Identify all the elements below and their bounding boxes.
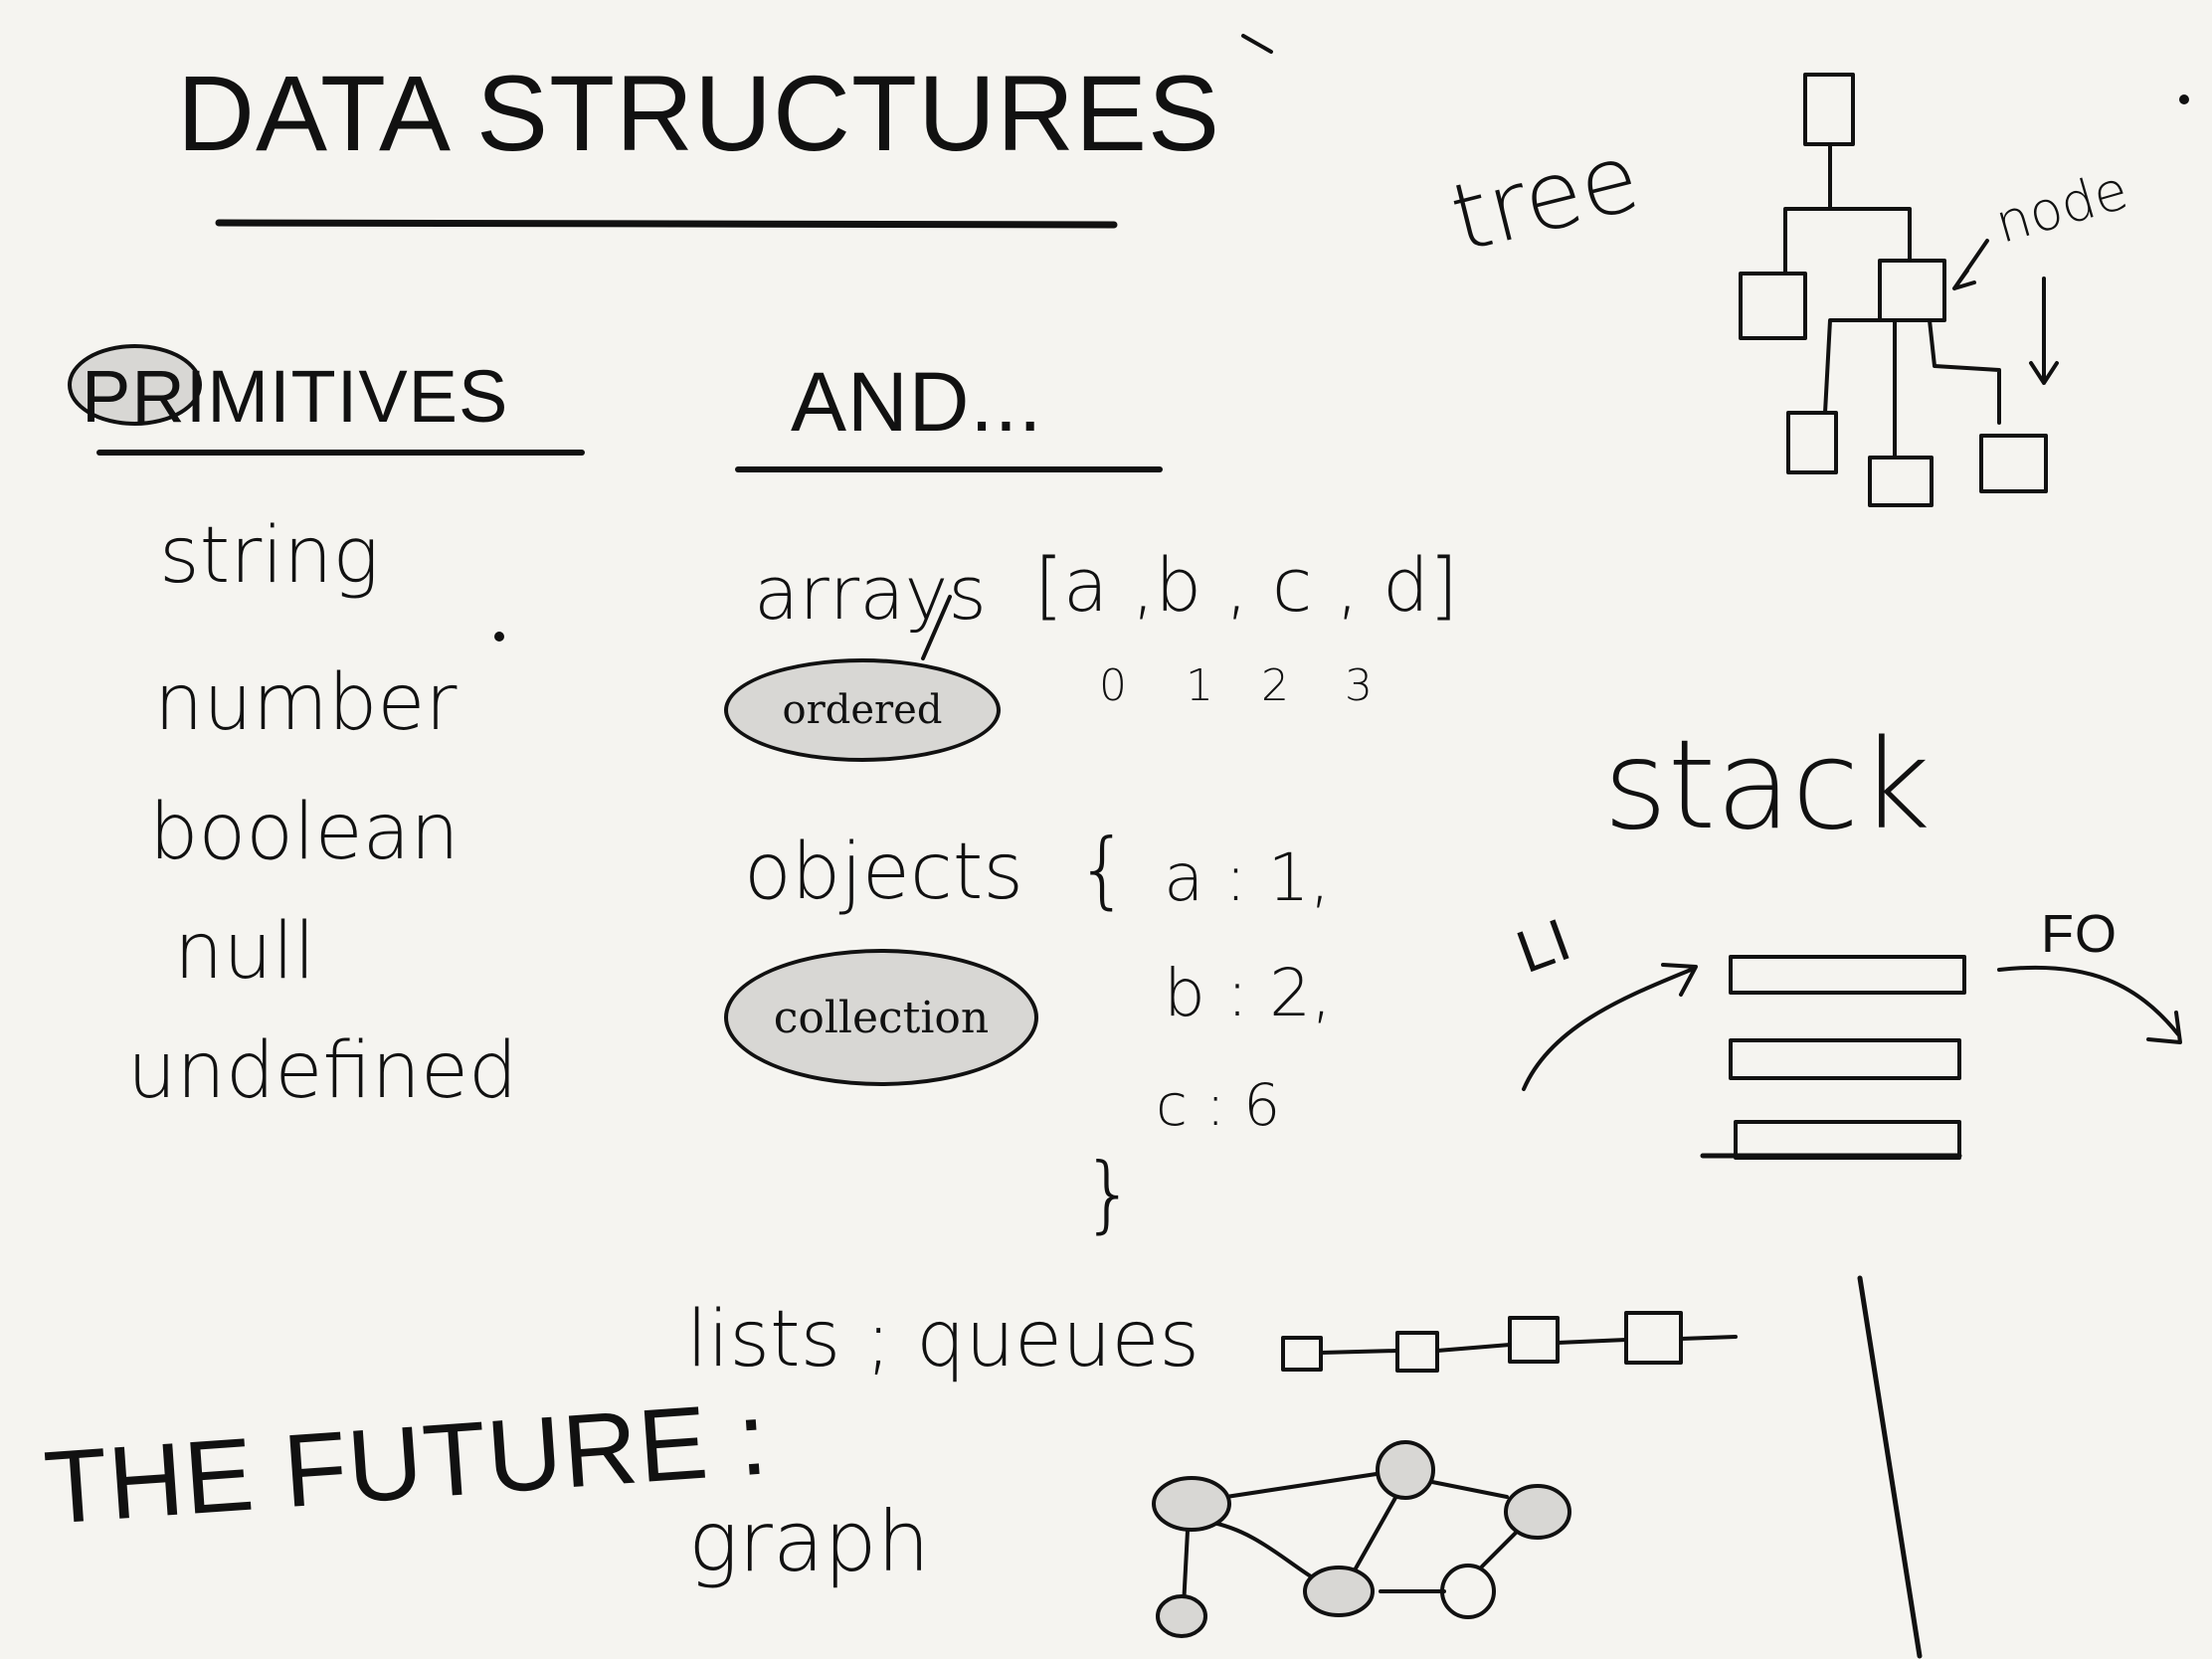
linked-list-diagram	[1281, 1311, 1738, 1373]
divider-line	[1857, 1275, 1923, 1659]
graph-diagram	[1152, 1440, 1571, 1638]
arrays-label: arrays	[754, 551, 987, 637]
ordered-tag-label: ordered	[782, 687, 943, 733]
tree-node-root	[1803, 73, 1855, 146]
graph-node	[1376, 1440, 1435, 1500]
primitive-item: null	[174, 907, 316, 997]
tree-edge	[1783, 142, 1912, 276]
array-index: 2	[1261, 660, 1289, 711]
stray-dot-2	[494, 632, 504, 642]
object-entry: b : 2,	[1164, 955, 1333, 1031]
graph-node	[1303, 1566, 1375, 1617]
collection-tag: collection	[724, 949, 1038, 1086]
objects-close-brace: }	[1082, 1145, 1136, 1242]
stack-item-2	[1729, 1038, 1961, 1080]
array-index: 0	[1099, 660, 1127, 711]
primitive-item: string	[159, 511, 380, 601]
tree-node-leaf-1	[1786, 411, 1838, 474]
list-node-1	[1281, 1336, 1323, 1372]
primitive-item: number	[154, 658, 458, 748]
list-node-4	[1624, 1311, 1683, 1365]
stack-item-3	[1734, 1120, 1961, 1160]
stray-mark	[1241, 34, 1273, 54]
tree-node-left	[1739, 272, 1807, 340]
down-arrow	[2029, 276, 2059, 385]
stack-in-arrow	[1522, 963, 1698, 1091]
graph-node	[1152, 1476, 1231, 1532]
primitive-item: undefined	[127, 1026, 518, 1116]
lists-queues-label: lists ; queues	[686, 1295, 1200, 1384]
primitive-item: boolean	[149, 788, 460, 877]
tree-node-leaf-2	[1868, 456, 1934, 507]
collection-tag-label: collection	[773, 992, 990, 1043]
stack-diagram	[1522, 955, 2182, 1160]
tree-edge-2	[1823, 318, 2001, 460]
title-underline	[215, 219, 1118, 229]
stack-out-arrow	[1997, 965, 2182, 1044]
tree-diagram	[1739, 73, 2059, 507]
tree-node-mid	[1878, 259, 1946, 322]
ordered-tag: ordered	[724, 658, 1001, 762]
stray-dot	[2179, 94, 2189, 104]
list-node-2	[1395, 1331, 1439, 1373]
objects-open-brace: {	[1076, 821, 1130, 918]
and-heading: AND...	[791, 355, 1043, 449]
page-title: DATA STRUCTURES	[177, 53, 1221, 173]
object-entry: a : 1,	[1164, 839, 1331, 916]
graph-node	[1440, 1564, 1496, 1619]
list-links	[1319, 1335, 1738, 1355]
array-index: 3	[1345, 660, 1373, 711]
node-arrow	[1952, 239, 1989, 290]
list-node-3	[1508, 1316, 1560, 1364]
object-entry: c : 6	[1156, 1071, 1281, 1139]
array-index: 1	[1186, 660, 1213, 711]
graph-node	[1504, 1484, 1571, 1540]
tree-node-leaf-3	[1979, 434, 2048, 493]
graph-label: graph	[688, 1493, 930, 1590]
stack-item-1	[1729, 955, 1966, 995]
stack-out-label: FO	[2041, 904, 2118, 964]
stack-label: stack	[1603, 714, 1932, 857]
primitives-heading: PRIMITIVES	[82, 355, 509, 438]
graph-node	[1156, 1594, 1207, 1638]
objects-label: objects	[744, 828, 1023, 917]
arrays-literal: [a ,b , c , d]	[1034, 543, 1458, 629]
